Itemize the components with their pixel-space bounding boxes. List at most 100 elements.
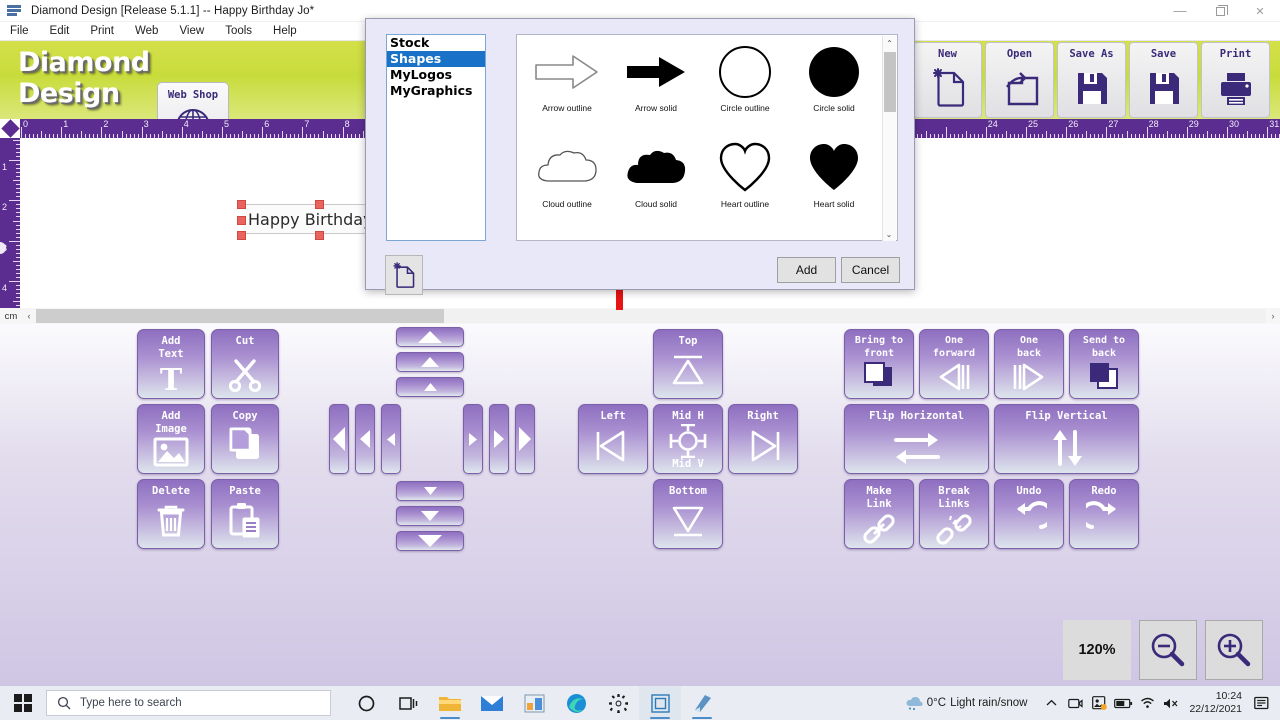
camera-icon[interactable] xyxy=(1063,686,1087,720)
notification-icon[interactable] xyxy=(1250,686,1274,720)
align-middle-button[interactable]: Mid H Mid V xyxy=(653,404,723,474)
new-button[interactable]: New xyxy=(913,42,982,118)
resize-handle[interactable] xyxy=(237,216,246,225)
edge-icon[interactable] xyxy=(555,686,597,720)
cancel-button[interactable]: Cancel xyxy=(841,257,900,283)
shape-item-heart-outline[interactable]: Heart outline xyxy=(701,139,789,209)
settings-icon[interactable] xyxy=(597,686,639,720)
file-explorer-icon[interactable] xyxy=(429,686,471,720)
category-item-mygraphics[interactable]: MyGraphics xyxy=(387,83,485,99)
nudge-down-large-button[interactable] xyxy=(396,531,464,551)
menu-web[interactable]: Web xyxy=(135,25,158,37)
paste-button[interactable]: Paste xyxy=(211,479,279,549)
minimize-icon[interactable]: — xyxy=(1160,0,1200,22)
menu-tools[interactable]: Tools xyxy=(225,25,252,37)
resize-handle[interactable] xyxy=(315,200,324,209)
wifi-icon[interactable] xyxy=(1135,686,1159,720)
nudge-left-small-button[interactable] xyxy=(381,404,401,474)
scrollbar-track[interactable] xyxy=(36,309,1266,323)
shape-item-circle-outline[interactable]: Circle outline xyxy=(701,43,789,113)
add-image-button[interactable]: Add Image xyxy=(137,404,205,474)
resize-handle[interactable] xyxy=(315,231,324,240)
search-input[interactable]: Type here to search xyxy=(46,690,331,716)
gallery-scrollbar-thumb[interactable] xyxy=(884,52,896,112)
scroll-left-arrow[interactable]: ‹ xyxy=(22,311,36,321)
shape-item-heart-solid[interactable]: Heart solid xyxy=(790,139,878,209)
task-view-icon[interactable] xyxy=(387,686,429,720)
mail-icon[interactable] xyxy=(471,686,513,720)
zoom-out-button[interactable] xyxy=(1139,620,1197,680)
one-back-button[interactable]: One back xyxy=(994,329,1064,399)
weather-icon[interactable] xyxy=(903,686,927,720)
battery-icon[interactable] xyxy=(1111,686,1135,720)
cortana-icon[interactable] xyxy=(345,686,387,720)
restore-icon[interactable] xyxy=(1200,0,1240,22)
shape-item-cloud-outline[interactable]: Cloud outline xyxy=(523,139,611,209)
zoom-in-button[interactable] xyxy=(1205,620,1263,680)
scroll-down-arrow[interactable]: ⌄ xyxy=(883,227,895,241)
horizontal-scrollbar[interactable]: cm ‹ › xyxy=(0,308,1280,324)
align-bottom-button[interactable]: Bottom xyxy=(653,479,723,549)
delete-button[interactable]: Delete xyxy=(137,479,205,549)
nudge-right-large-button[interactable] xyxy=(515,404,535,474)
flip-vertical-button[interactable]: Flip Vertical xyxy=(994,404,1139,474)
app-window-icon[interactable] xyxy=(639,686,681,720)
nudge-left-medium-button[interactable] xyxy=(355,404,375,474)
send-to-back-button[interactable]: Send to back xyxy=(1069,329,1139,399)
undo-button[interactable]: Undo xyxy=(994,479,1064,549)
menu-view[interactable]: View xyxy=(179,25,204,37)
save-button[interactable]: Save xyxy=(1129,42,1198,118)
nudge-down-medium-button[interactable] xyxy=(396,506,464,526)
photos-icon[interactable] xyxy=(513,686,555,720)
close-icon[interactable]: ✕ xyxy=(1240,0,1280,22)
align-left-button[interactable]: Left xyxy=(578,404,648,474)
menu-print[interactable]: Print xyxy=(90,25,114,37)
menu-edit[interactable]: Edit xyxy=(50,25,70,37)
resize-handle[interactable] xyxy=(237,231,246,240)
open-button[interactable]: Open xyxy=(985,42,1054,118)
diamond-design-icon[interactable] xyxy=(681,686,723,720)
shape-item-arrow-solid[interactable]: Arrow solid xyxy=(612,43,700,113)
nudge-up-medium-button[interactable] xyxy=(396,352,464,372)
align-top-button[interactable]: Top xyxy=(653,329,723,399)
menu-help[interactable]: Help xyxy=(273,25,297,37)
gallery-scrollbar[interactable]: ⌃ ⌄ xyxy=(882,36,896,241)
make-link-button[interactable]: Make Link xyxy=(844,479,914,549)
add-text-button[interactable]: Add Text T xyxy=(137,329,205,399)
bring-to-front-button[interactable]: Bring to front xyxy=(844,329,914,399)
shape-item-cloud-solid[interactable]: Cloud solid xyxy=(612,139,700,209)
mute-icon[interactable] xyxy=(1159,686,1183,720)
shape-gallery[interactable]: Arrow outline Arrow solid Circle outline… xyxy=(516,34,898,241)
redo-button[interactable]: Redo xyxy=(1069,479,1139,549)
chevron-up-icon[interactable] xyxy=(1039,686,1063,720)
break-links-button[interactable]: Break Links xyxy=(919,479,989,549)
scrollbar-thumb[interactable] xyxy=(36,309,444,323)
nudge-right-medium-button[interactable] xyxy=(489,404,509,474)
nudge-down-small-button[interactable] xyxy=(396,481,464,501)
onedrive-icon[interactable] xyxy=(1087,686,1111,720)
flip-horizontal-button[interactable]: Flip Horizontal xyxy=(844,404,989,474)
category-list[interactable]: Stock Shapes MyLogos MyGraphics xyxy=(386,34,486,241)
print-button[interactable]: Print xyxy=(1201,42,1270,118)
category-item-stock[interactable]: Stock xyxy=(387,35,485,51)
windows-start-icon[interactable] xyxy=(0,686,46,720)
nudge-up-small-button[interactable] xyxy=(396,377,464,397)
cut-button[interactable]: Cut xyxy=(211,329,279,399)
menu-file[interactable]: File xyxy=(10,25,29,37)
nudge-up-large-button[interactable] xyxy=(396,327,464,347)
nudge-right-small-button[interactable] xyxy=(463,404,483,474)
save-as-button[interactable]: Save As xyxy=(1057,42,1126,118)
scroll-right-arrow[interactable]: › xyxy=(1266,311,1280,321)
shape-item-arrow-outline[interactable]: Arrow outline xyxy=(523,43,611,113)
copy-button[interactable]: Copy xyxy=(211,404,279,474)
scroll-up-arrow[interactable]: ⌃ xyxy=(883,36,896,50)
resize-handle[interactable] xyxy=(237,200,246,209)
align-right-button[interactable]: Right xyxy=(728,404,798,474)
category-item-shapes[interactable]: Shapes xyxy=(387,51,485,67)
clock[interactable]: 10:24 22/12/2021 xyxy=(1189,690,1242,716)
add-button[interactable]: Add xyxy=(777,257,836,283)
dialog-new-button[interactable] xyxy=(385,255,423,295)
category-item-mylogos[interactable]: MyLogos xyxy=(387,67,485,83)
one-forward-button[interactable]: One forward xyxy=(919,329,989,399)
nudge-left-large-button[interactable] xyxy=(329,404,349,474)
